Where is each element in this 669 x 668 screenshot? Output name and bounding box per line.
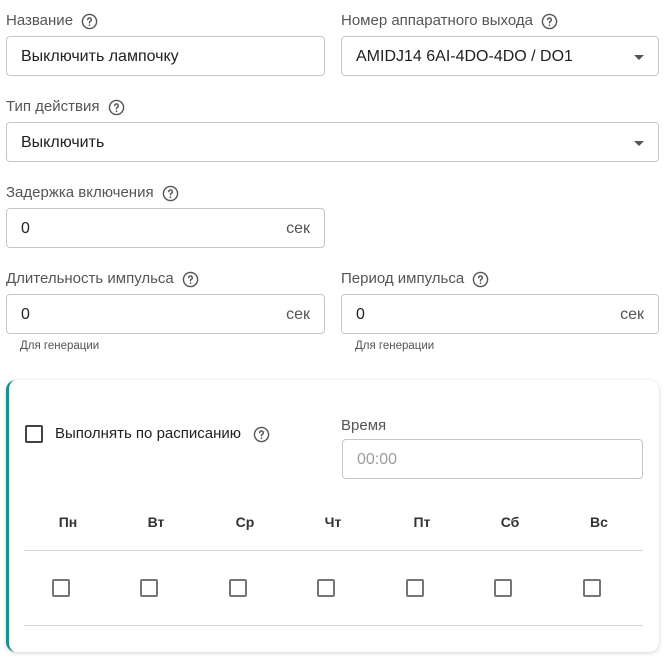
action-type-select[interactable]: Выключить (6, 122, 659, 162)
day-label-sun: Вс (590, 514, 608, 530)
day-label-thu: Чт (324, 514, 342, 530)
schedule-label-row: Выполнять по расписанию (55, 425, 270, 443)
delay-value: 0 (21, 220, 30, 237)
day-label-wed: Ср (235, 514, 255, 530)
pulse-duration-hint: Для генерации (20, 340, 100, 352)
help-icon[interactable] (541, 13, 558, 30)
pulse-duration-label-row: Длительность импульса (6, 270, 199, 288)
day-checkbox-fri[interactable] (406, 579, 424, 597)
action-type-value: Выключить (21, 134, 105, 151)
name-label-row: Название (6, 12, 98, 30)
divider (24, 625, 643, 626)
help-icon[interactable] (182, 271, 199, 288)
day-checkbox-sun[interactable] (583, 579, 601, 597)
name-input-value: Выключить лампочку (21, 48, 179, 65)
pulse-duration-input[interactable]: 0 сек (6, 294, 325, 334)
output-label-row: Номер аппаратного выхода (341, 12, 558, 30)
action-type-label: Тип действия (6, 98, 100, 115)
output-label: Номер аппаратного выхода (341, 12, 533, 29)
schedule-checkbox-label: Выполнять по расписанию (55, 425, 242, 442)
day-label-sat: Сб (500, 514, 520, 530)
day-checkbox-wed[interactable] (229, 579, 247, 597)
divider (24, 550, 643, 551)
day-label-mon: Пн (58, 514, 78, 530)
caret-down-icon (634, 141, 644, 146)
day-label-tue: Вт (147, 514, 165, 530)
help-icon[interactable] (162, 185, 179, 202)
delay-label: Задержка включения (6, 184, 154, 201)
pulse-period-value: 0 (356, 306, 365, 323)
action-type-label-row: Тип действия (6, 98, 125, 116)
day-checkbox-sat[interactable] (494, 579, 512, 597)
output-select[interactable]: AMIDJ14 6AI-4DO-4DO / DO1 (341, 36, 659, 76)
time-input-placeholder: 00:00 (357, 451, 398, 468)
help-icon[interactable] (81, 13, 98, 30)
pulse-period-input[interactable]: 0 сек (341, 294, 659, 334)
output-select-value: AMIDJ14 6AI-4DO-4DO / DO1 (356, 48, 573, 65)
time-label: Время (341, 417, 387, 434)
help-icon[interactable] (472, 271, 489, 288)
name-label: Название (6, 12, 74, 29)
day-checkbox-tue[interactable] (140, 579, 158, 597)
day-checkbox-thu[interactable] (317, 579, 335, 597)
delay-input[interactable]: 0 сек (6, 208, 325, 248)
help-icon[interactable] (253, 426, 270, 443)
pulse-duration-unit: сек (286, 306, 310, 323)
pulse-period-label: Период импульса (341, 270, 465, 287)
day-label-fri: Пт (413, 514, 431, 530)
day-checkbox-mon[interactable] (52, 579, 70, 597)
schedule-card: Выполнять по расписанию Время 00:00 Пн В… (6, 380, 659, 652)
schedule-checkbox[interactable] (25, 425, 43, 443)
pulse-period-hint: Для генерации (355, 340, 435, 352)
delay-unit: сек (286, 220, 310, 237)
pulse-period-unit: сек (620, 306, 644, 323)
time-input[interactable]: 00:00 (342, 439, 643, 479)
help-icon[interactable] (108, 99, 125, 116)
pulse-duration-value: 0 (21, 306, 30, 323)
pulse-period-label-row: Период импульса (341, 270, 489, 288)
name-input[interactable]: Выключить лампочку (6, 36, 325, 76)
delay-label-row: Задержка включения (6, 184, 179, 202)
caret-down-icon (634, 55, 644, 60)
pulse-duration-label: Длительность импульса (6, 270, 174, 287)
